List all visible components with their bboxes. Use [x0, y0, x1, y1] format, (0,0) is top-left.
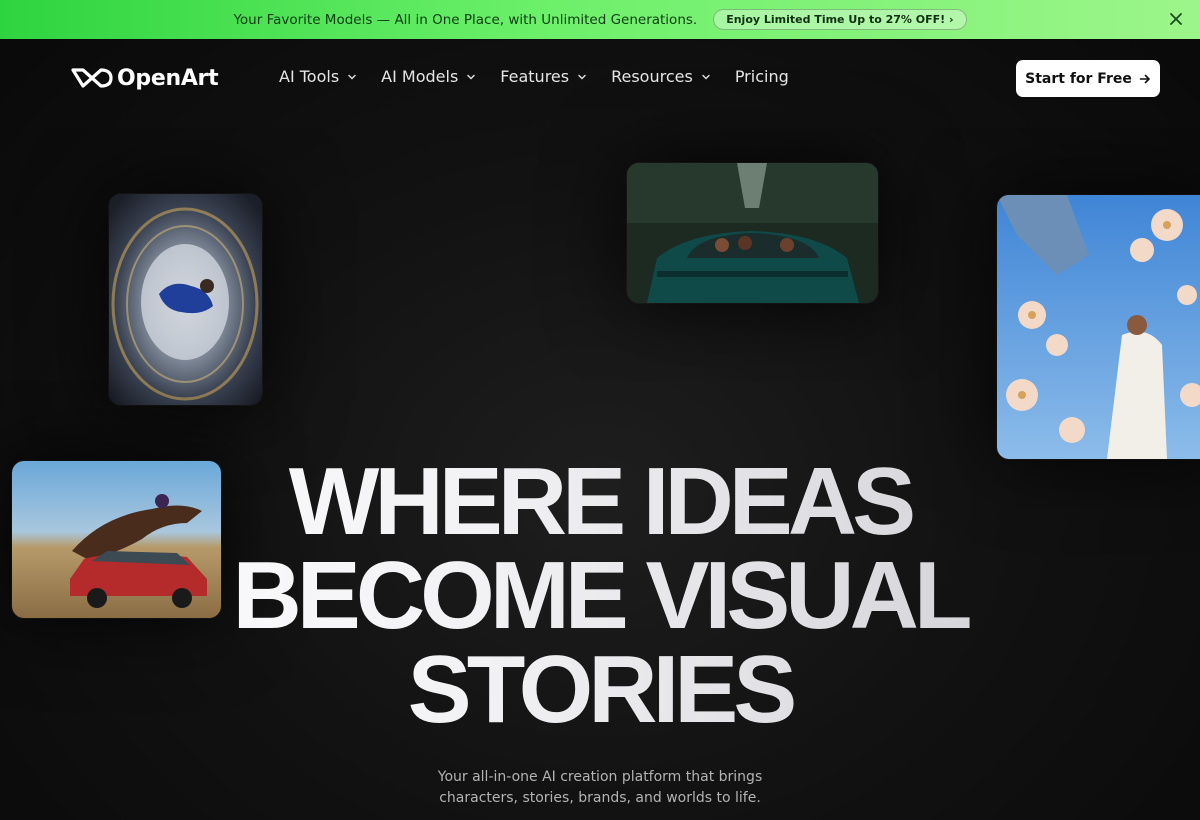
flowers-sky-image	[997, 195, 1200, 459]
promo-text: Your Favorite Models — All in One Place,…	[233, 11, 698, 28]
menu-item-ai-tools[interactable]: AI Tools	[279, 67, 357, 86]
menu-item-pricing[interactable]: Pricing	[735, 67, 789, 86]
promo-banner: Your Favorite Models — All in One Place,…	[0, 0, 1200, 39]
menu-item-features[interactable]: Features	[500, 67, 587, 86]
menu-item-label: AI Tools	[279, 67, 340, 86]
menu-item-label: Features	[500, 67, 570, 86]
hero-subtitle: Your all-in-one AI creation platform tha…	[0, 767, 1200, 809]
hero-line: BECOME VISUAL	[0, 548, 1200, 644]
logo[interactable]: OpenArt	[71, 65, 219, 91]
vintage-car-forest-image	[627, 163, 878, 303]
close-icon[interactable]	[1168, 11, 1184, 27]
openart-logo-icon	[71, 68, 113, 88]
top-nav: OpenArt AI Tools AI Models Features Reso…	[0, 39, 1200, 119]
promo-offer-button[interactable]: Enjoy Limited Time Up to 27% OFF! ›	[713, 9, 967, 30]
media-card-flowers[interactable]	[997, 195, 1200, 459]
hero-line: STORIES	[0, 642, 1200, 738]
hero-headline: WHERE IDEAS BECOME VISUAL STORIES	[0, 454, 1200, 738]
main-menu: AI Tools AI Models Features Resources Pr…	[279, 67, 789, 86]
hero-subtitle-line: characters, stories, brands, and worlds …	[439, 790, 761, 806]
chevron-down-icon	[578, 74, 586, 80]
cta-label: Start for Free	[1025, 70, 1132, 87]
chevron-down-icon	[702, 74, 710, 80]
chevron-down-icon	[467, 74, 476, 80]
page: Your Favorite Models — All in One Place,…	[0, 0, 1200, 820]
chevron-down-icon	[348, 74, 356, 80]
menu-item-ai-models[interactable]: AI Models	[381, 67, 476, 86]
menu-item-label: AI Models	[381, 67, 459, 86]
media-card-astronaut[interactable]	[109, 194, 262, 405]
arrow-right-icon	[1139, 74, 1150, 83]
logo-text: OpenArt	[117, 65, 219, 91]
menu-item-resources[interactable]: Resources	[611, 67, 711, 86]
astronaut-space-station-image	[109, 194, 262, 405]
media-card-car[interactable]	[627, 163, 878, 303]
hero-subtitle-line: Your all-in-one AI creation platform tha…	[437, 769, 763, 785]
hero-line: WHERE IDEAS	[0, 454, 1200, 550]
menu-item-label: Resources	[611, 67, 693, 86]
menu-item-label: Pricing	[734, 67, 789, 86]
start-for-free-button[interactable]: Start for Free	[1016, 60, 1160, 97]
